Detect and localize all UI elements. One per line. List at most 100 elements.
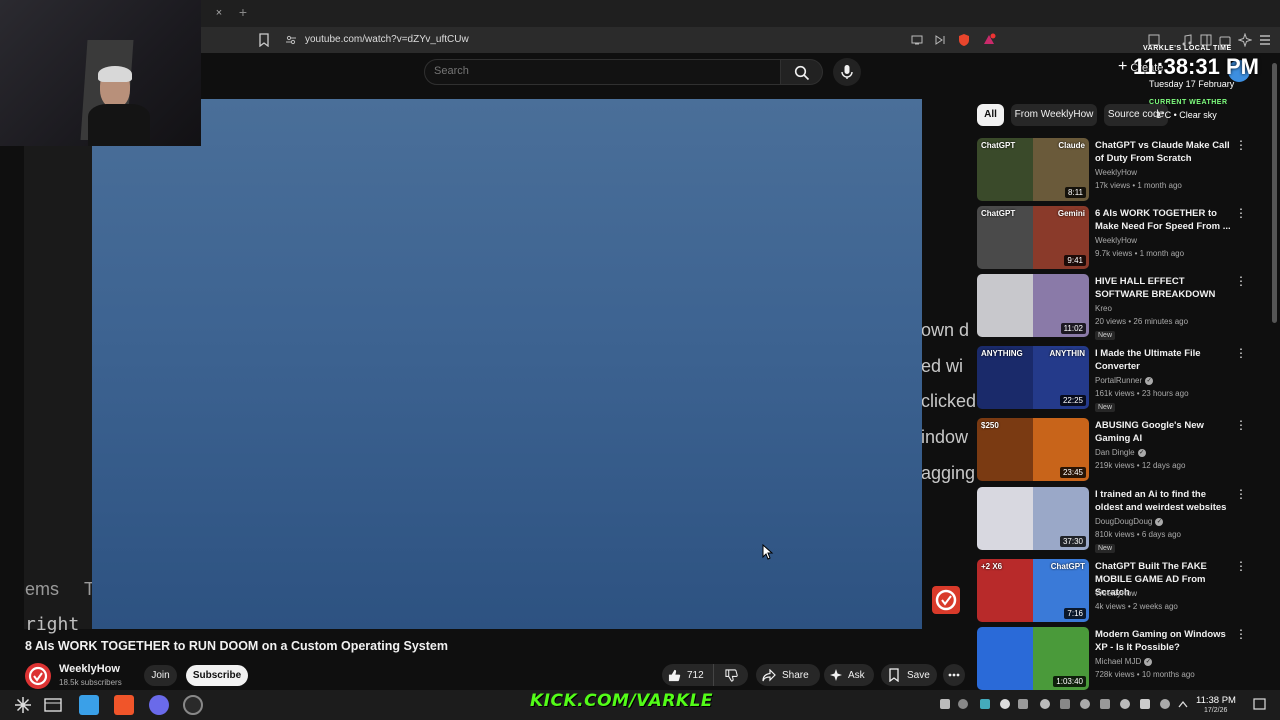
- recommendation-channel[interactable]: Dan Dingle ✓: [1095, 448, 1146, 457]
- brave-shield-icon[interactable]: [957, 33, 971, 47]
- tray-app-icon[interactable]: [1100, 699, 1110, 709]
- recommendation-title[interactable]: I trained an Ai to find the oldest and w…: [1095, 488, 1235, 514]
- rewards-icon[interactable]: [982, 33, 996, 47]
- tray-time[interactable]: 11:38 PM: [1196, 695, 1236, 706]
- recommendation-channel[interactable]: Kreo: [1095, 304, 1112, 313]
- play-queue-icon[interactable]: [933, 33, 947, 47]
- tray-app-icon[interactable]: [1080, 699, 1090, 709]
- obs-icon[interactable]: [183, 695, 203, 715]
- channel-avatar[interactable]: [25, 663, 51, 689]
- menu-icon[interactable]: [1258, 33, 1272, 47]
- tray-app-icon[interactable]: [1000, 699, 1010, 709]
- video-thumbnail[interactable]: ANYTHING ANYTHIN 22:25: [977, 346, 1089, 409]
- recommendation-channel[interactable]: DougDougDoug ✓: [1095, 517, 1164, 526]
- recommendation-item[interactable]: $250 23:45 ABUSING Google's New Gaming AI D…: [977, 418, 1267, 484]
- more-vertical-icon[interactable]: ⋮: [1235, 487, 1247, 501]
- recommendation-title[interactable]: ChatGPT vs Claude Make Call of Duty From…: [1095, 139, 1235, 165]
- recommendation-meta: 4k views • 2 weeks ago: [1095, 602, 1178, 611]
- scrollbar[interactable]: [1272, 63, 1277, 323]
- channel-watermark[interactable]: [932, 586, 960, 614]
- tab-close-button[interactable]: ×: [212, 6, 226, 20]
- plus-icon: +: [1118, 58, 1128, 75]
- ask-button[interactable]: Ask: [824, 664, 874, 686]
- chip-all[interactable]: All: [977, 104, 1004, 126]
- recommendation-channel[interactable]: WeeklyHow: [1095, 589, 1137, 598]
- recommendation-title[interactable]: I Made the Ultimate File Converter: [1095, 347, 1235, 373]
- join-button[interactable]: Join: [144, 665, 177, 686]
- tray-app-icon[interactable]: [1060, 699, 1070, 709]
- new-tab-button[interactable]: +: [236, 4, 250, 20]
- search-input[interactable]: [434, 65, 754, 77]
- tray-app-icon[interactable]: [1160, 699, 1170, 709]
- tray-notification-icon[interactable]: [940, 699, 950, 709]
- like-button[interactable]: 712: [662, 664, 714, 686]
- tray-app-icon[interactable]: [1040, 699, 1050, 709]
- save-button[interactable]: Save: [881, 664, 937, 686]
- video-player[interactable]: [92, 99, 922, 629]
- volume-icon[interactable]: [1140, 699, 1150, 709]
- recommendation-channel[interactable]: WeeklyHow: [1095, 168, 1137, 177]
- more-vertical-icon[interactable]: ⋮: [1235, 206, 1247, 220]
- more-actions-button[interactable]: [943, 664, 965, 686]
- recommendation-title[interactable]: ABUSING Google's New Gaming AI: [1095, 419, 1235, 445]
- recommendation-title[interactable]: Modern Gaming on Windows XP - Is It Poss…: [1095, 628, 1235, 654]
- tray-app-icon[interactable]: [980, 699, 990, 709]
- dislike-button[interactable]: [714, 664, 748, 686]
- recommendation-channel[interactable]: PortalRunner ✓: [1095, 376, 1154, 385]
- tray-app-icon[interactable]: [1018, 699, 1028, 709]
- chip-from-channel[interactable]: From WeeklyHow: [1011, 104, 1097, 126]
- recommendation-item[interactable]: ChatGPT Gemini 9:41 6 AIs WORK TOGETHER to …: [977, 206, 1267, 272]
- weather-label: CURRENT WEATHER: [1149, 99, 1228, 106]
- recommendation-item[interactable]: 37:30 I trained an Ai to find the oldest …: [977, 487, 1267, 553]
- recommendation-title[interactable]: HIVE HALL EFFECT SOFTWARE BREAKDOWN: [1095, 275, 1235, 301]
- video-thumbnail[interactable]: +2 X6 ChatGPT 7:16: [977, 559, 1089, 622]
- channel-name[interactable]: WeeklyHow: [59, 663, 120, 675]
- recommendation-item[interactable]: ANYTHING ANYTHIN 22:25 I Made the Ultimate …: [977, 346, 1267, 412]
- recommendation-item[interactable]: 11:02 HIVE HALL EFFECT SOFTWARE BREAKDOWN…: [977, 274, 1267, 340]
- app-icon[interactable]: [149, 695, 169, 715]
- more-vertical-icon[interactable]: ⋮: [1235, 138, 1247, 152]
- tray-app-icon[interactable]: [1120, 699, 1130, 709]
- channel-logo-icon: [28, 666, 48, 686]
- voice-search-button[interactable]: [833, 58, 861, 86]
- video-thumbnail[interactable]: 11:02: [977, 274, 1089, 337]
- recommendation-meta: 728k views • 10 months ago: [1095, 670, 1195, 679]
- url-field[interactable]: youtube.com/watch?v=dZYv_uftCUw: [305, 34, 469, 45]
- recommendation-title[interactable]: 6 AIs WORK TOGETHER to Make Need For Spe…: [1095, 207, 1235, 233]
- recommendation-meta: 810k views • 6 days ago: [1095, 530, 1181, 539]
- tray-app-icon[interactable]: [958, 699, 968, 709]
- more-vertical-icon[interactable]: ⋮: [1235, 627, 1247, 641]
- subscribe-button[interactable]: Subscribe: [186, 665, 248, 686]
- video-thumbnail[interactable]: ChatGPT Gemini 9:41: [977, 206, 1089, 269]
- more-vertical-icon[interactable]: ⋮: [1235, 346, 1247, 360]
- start-menu-icon[interactable]: [14, 696, 32, 714]
- screen-cast-icon[interactable]: [910, 33, 924, 47]
- more-vertical-icon[interactable]: ⋮: [1235, 418, 1247, 432]
- bookmark-icon[interactable]: [258, 33, 270, 47]
- brave-browser-icon[interactable]: [114, 695, 134, 715]
- notification-center-icon[interactable]: [1253, 698, 1266, 710]
- more-vertical-icon[interactable]: ⋮: [1235, 274, 1247, 288]
- tray-date[interactable]: 17/2/26: [1204, 707, 1227, 714]
- mouse-cursor-icon: [762, 544, 774, 560]
- site-info-icon[interactable]: [285, 34, 297, 46]
- recommendation-item[interactable]: +2 X6 ChatGPT 7:16 ChatGPT Built The FAKE M…: [977, 559, 1267, 625]
- bookmark-icon: [889, 668, 899, 682]
- chevron-up-icon[interactable]: [1178, 700, 1188, 708]
- video-thumbnail[interactable]: 1:03:40: [977, 627, 1089, 690]
- leo-ai-icon[interactable]: [1238, 33, 1252, 47]
- recommendation-meta: 20 views • 26 minutes ago: [1095, 317, 1189, 326]
- search-button[interactable]: [781, 59, 823, 85]
- task-view-icon[interactable]: [44, 697, 62, 713]
- video-thumbnail[interactable]: 37:30: [977, 487, 1089, 550]
- recommendation-channel[interactable]: Michael MJD ✓: [1095, 657, 1153, 666]
- more-vertical-icon[interactable]: ⋮: [1235, 559, 1247, 573]
- recommendation-item[interactable]: ChatGPT Claude 8:11 ChatGPT vs Claude Make …: [977, 138, 1267, 204]
- recommendation-channel[interactable]: WeeklyHow: [1095, 236, 1137, 245]
- streamer-body: [88, 104, 150, 146]
- recommendation-item[interactable]: 1:03:40 Modern Gaming on Windows XP - Is …: [977, 627, 1267, 693]
- video-thumbnail[interactable]: $250 23:45: [977, 418, 1089, 481]
- file-explorer-icon[interactable]: [79, 695, 99, 715]
- video-thumbnail[interactable]: ChatGPT Claude 8:11: [977, 138, 1089, 201]
- share-button[interactable]: Share: [756, 664, 820, 686]
